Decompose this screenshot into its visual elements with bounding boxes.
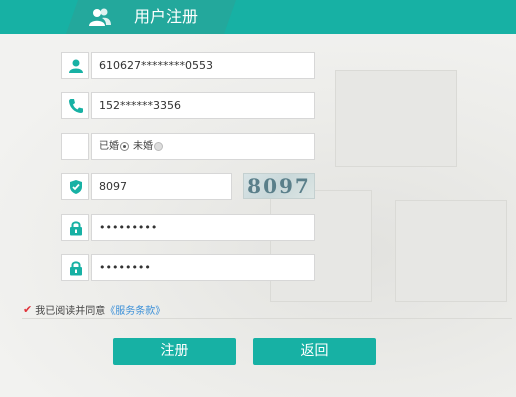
agreement-row: ✔ 我已阅读并同意 《服务条款》 [23, 302, 165, 317]
shield-check-icon [61, 173, 89, 200]
phone-input[interactable] [91, 92, 315, 119]
single-radio[interactable] [154, 142, 163, 151]
married-option[interactable]: 已婚 [99, 134, 129, 159]
users-icon [88, 7, 112, 27]
background-photo-frame [395, 200, 507, 302]
back-button[interactable]: 返回 [253, 338, 376, 365]
user-icon [61, 52, 89, 79]
married-radio[interactable] [120, 142, 129, 151]
terms-link[interactable]: 《服务条款》 [105, 302, 165, 317]
married-label: 已婚 [99, 141, 119, 152]
id-card-input[interactable] [91, 52, 315, 79]
single-option[interactable]: 未婚 [133, 134, 163, 159]
agree-checkbox[interactable]: ✔ [23, 303, 32, 316]
register-button[interactable]: 注册 [113, 338, 236, 365]
background-photo-frame [270, 190, 372, 302]
captcha-image[interactable]: 8097 [243, 173, 315, 199]
marital-icon-placeholder [61, 133, 89, 160]
confirm-password-input[interactable] [91, 254, 315, 281]
header-bar: 用户注册 [0, 0, 516, 34]
lock-icon [61, 254, 89, 281]
agreement-text: 我已阅读并同意 [35, 306, 106, 317]
marital-field: 已婚 未婚 [91, 133, 315, 160]
single-label: 未婚 [133, 141, 153, 152]
lock-icon [61, 214, 89, 241]
phone-icon [61, 92, 89, 119]
password-input[interactable] [91, 214, 315, 241]
background-photo-frame [335, 70, 457, 167]
page-title: 用户注册 [134, 7, 199, 26]
divider [22, 318, 512, 319]
captcha-input[interactable] [91, 173, 232, 200]
